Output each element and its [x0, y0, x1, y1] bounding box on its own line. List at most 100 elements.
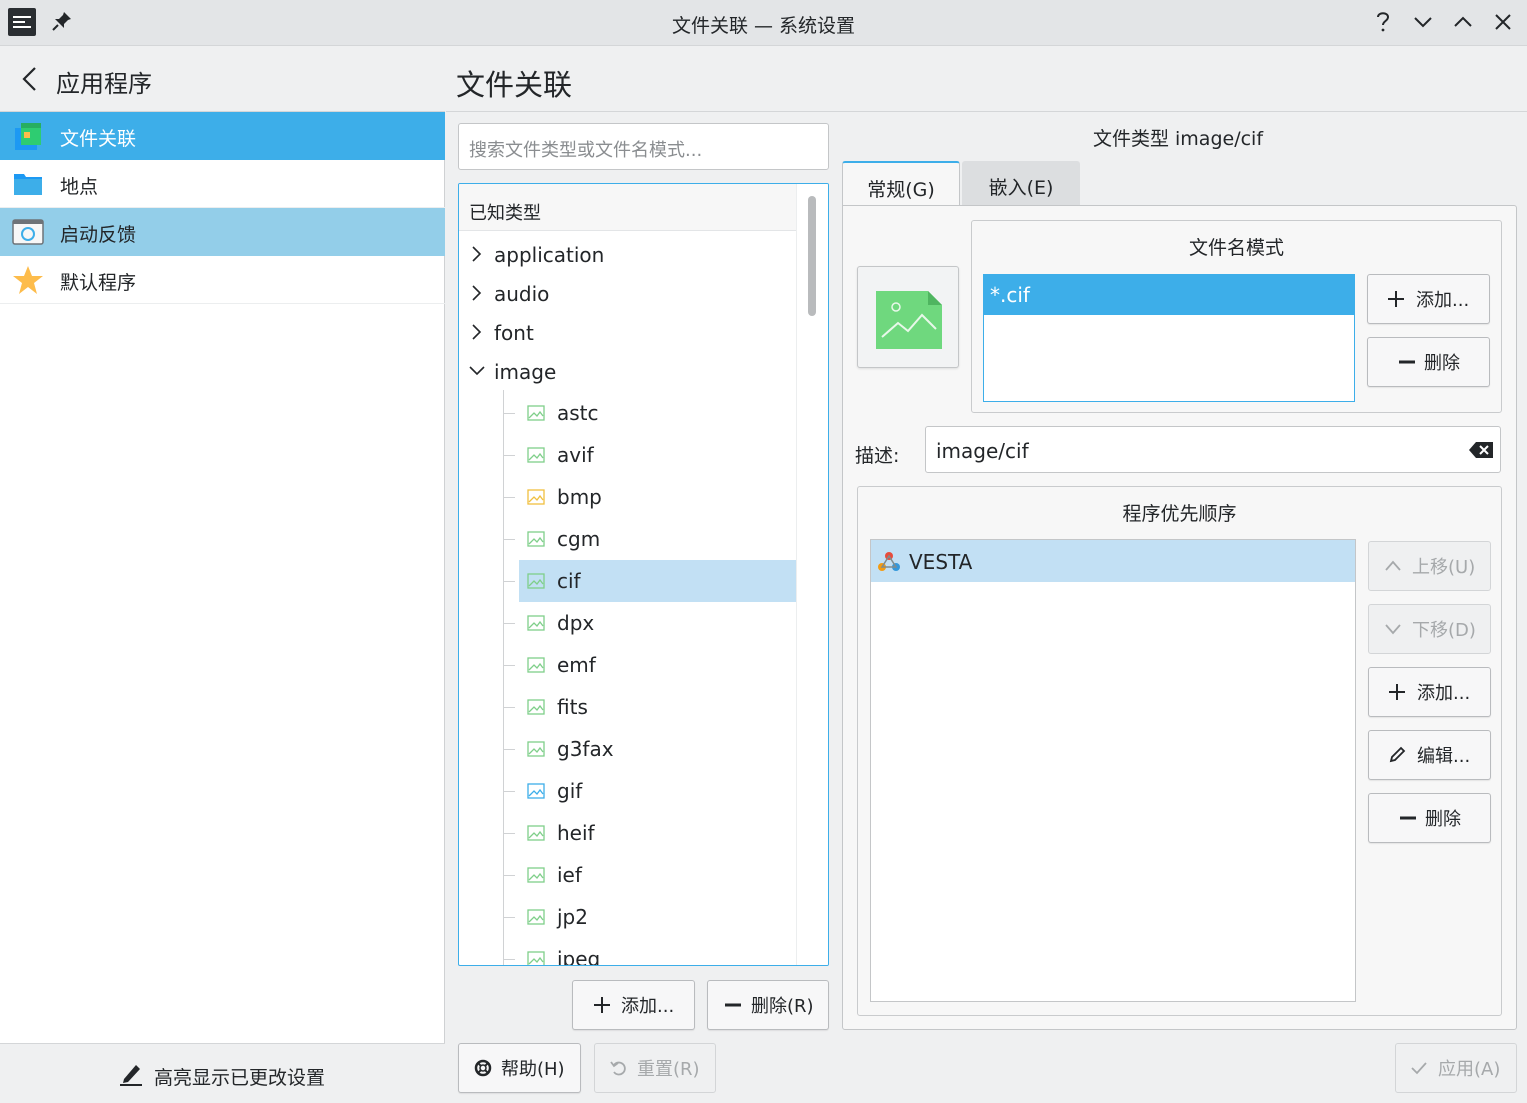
help-button[interactable]: 帮助(H) — [458, 1043, 581, 1093]
move-down-button[interactable]: 下移(D) — [1368, 604, 1491, 654]
title-bar: 文件关联 — 系统设置 — [0, 0, 1527, 46]
tree-item-label: gif — [557, 779, 583, 803]
tree-group-application[interactable]: application — [459, 235, 797, 274]
tree-item-cgm[interactable]: cgm — [503, 518, 797, 560]
tab-embedding[interactable]: 嵌入(E) — [962, 161, 1080, 206]
search-input[interactable]: 搜索文件类型或文件名模式... — [458, 123, 829, 170]
tree-item-jp2[interactable]: jp2 — [503, 896, 797, 938]
chevron-down-icon[interactable] — [469, 362, 485, 380]
known-types-tree[interactable]: 已知类型 application audio font image astc av… — [458, 183, 829, 966]
tree-item-bmp[interactable]: bmp — [503, 476, 797, 518]
filetype-title: 文件类型 image/cif — [1092, 128, 1264, 150]
sidebar-item-label: 默认程序 — [60, 272, 137, 294]
tab-general[interactable]: 常规(G) — [842, 161, 960, 206]
sidebar-item-launch-feedback[interactable]: 启动反馈 — [0, 208, 445, 256]
tree-branch-line — [503, 581, 515, 582]
help-icon[interactable] — [1370, 9, 1396, 35]
image-file-icon — [527, 615, 545, 631]
tree-item-heif[interactable]: heif — [503, 812, 797, 854]
tree-branch-line — [503, 791, 515, 792]
main-panel: 文件关联 搜索文件类型或文件名模式... 已知类型 application au… — [446, 46, 1527, 1103]
window-title: 文件关联 — 系统设置 — [671, 15, 856, 37]
tree-group-image[interactable]: image — [459, 352, 797, 391]
edit-program-button[interactable]: 编辑... — [1368, 730, 1491, 780]
add-program-label: 添加... — [1417, 683, 1471, 704]
plus-icon — [1388, 291, 1404, 307]
program-item-vesta[interactable]: VESTA — [871, 540, 1355, 582]
sidebar-item-label: 文件关联 — [60, 128, 137, 150]
chevron-right-icon[interactable] — [469, 323, 485, 341]
pattern-item[interactable]: *.cif — [984, 275, 1354, 315]
tree-item-dpx[interactable]: dpx — [503, 602, 797, 644]
tree-branch-line — [503, 875, 515, 876]
tree-scrollbar[interactable] — [796, 184, 828, 965]
back-arrow-icon[interactable] — [18, 64, 42, 94]
chevron-right-icon[interactable] — [469, 245, 485, 263]
filetype-icon-button[interactable] — [857, 266, 959, 368]
highlight-changed-settings-label: 高亮显示已更改设置 — [154, 1067, 326, 1089]
tree-item-emf[interactable]: emf — [503, 644, 797, 686]
apply-button[interactable]: 应用(A) — [1395, 1043, 1517, 1093]
tree-item-label: fits — [557, 695, 588, 719]
tree-item-jpeg[interactable]: jpeg — [503, 938, 797, 965]
remove-program-button[interactable]: 删除 — [1368, 793, 1491, 843]
tree-branch-line — [503, 539, 515, 540]
add-pattern-label: 添加... — [1416, 290, 1470, 311]
program-list[interactable]: VESTA — [870, 539, 1356, 1002]
tree-item-astc[interactable]: astc — [503, 392, 797, 434]
remove-pattern-button[interactable]: 删除 — [1367, 337, 1490, 387]
tree-item-cif[interactable]: cif — [503, 560, 797, 602]
tree-header: 已知类型 — [459, 184, 797, 231]
tree-group-font[interactable]: font — [459, 313, 797, 352]
sidebar-header: 应用程序 — [0, 46, 445, 112]
highlight-changed-settings-button[interactable]: 高亮显示已更改设置 — [0, 1043, 445, 1103]
chevron-right-icon[interactable] — [469, 284, 485, 302]
add-pattern-button[interactable]: 添加... — [1367, 274, 1490, 324]
filename-patterns-group: 文件名模式 *.cif 添加... 删除 — [971, 220, 1502, 413]
tree-branch-line — [503, 749, 515, 750]
sidebar-item-default-apps[interactable]: 默认程序 — [0, 256, 445, 304]
tree-item-fits[interactable]: fits — [503, 686, 797, 728]
plus-icon — [594, 997, 610, 1013]
move-up-button[interactable]: 上移(U) — [1368, 541, 1491, 591]
clear-text-icon[interactable] — [1468, 441, 1494, 459]
tree-group-label: application — [494, 243, 605, 267]
tree-item-g3fax[interactable]: g3fax — [503, 728, 797, 770]
tree-branch-line — [503, 497, 515, 498]
tree-branch-line — [503, 413, 515, 414]
add-program-button[interactable]: 添加... — [1368, 667, 1491, 717]
chevron-up-icon — [1385, 560, 1401, 571]
tree-item-label: heif — [557, 821, 595, 845]
close-icon[interactable] — [1490, 9, 1516, 35]
program-order-group: 程序优先顺序 VESTA 上移(U) 下移(D) 添加... 编辑... 删除 — [857, 486, 1502, 1016]
pencil-icon — [1389, 746, 1406, 763]
description-field[interactable]: image/cif — [925, 426, 1501, 473]
image-file-icon — [527, 657, 545, 673]
tree-item-ief[interactable]: ief — [503, 854, 797, 896]
tree-item-gif[interactable]: gif — [503, 770, 797, 812]
maximize-icon[interactable] — [1450, 9, 1476, 35]
image-file-icon — [527, 951, 545, 965]
move-up-label: 上移(U) — [1412, 557, 1476, 578]
file-associations-icon — [15, 123, 41, 150]
lifebuoy-icon — [474, 1059, 492, 1077]
remove-filetype-button[interactable]: 删除(R) — [707, 980, 829, 1030]
tree-branch-line — [503, 665, 515, 666]
tree-branch-line — [503, 707, 515, 708]
scrollbar-thumb[interactable] — [808, 196, 816, 316]
image-file-icon — [876, 291, 942, 349]
filename-patterns-list[interactable]: *.cif — [983, 274, 1355, 402]
minimize-icon[interactable] — [1410, 9, 1436, 35]
apply-label: 应用(A) — [1438, 1059, 1501, 1080]
tree-item-label: cif — [557, 569, 581, 593]
tree-item-avif[interactable]: avif — [503, 434, 797, 476]
image-file-icon — [527, 447, 545, 463]
reset-button[interactable]: 重置(R) — [594, 1043, 716, 1093]
image-file-icon — [527, 783, 545, 799]
add-filetype-button[interactable]: 添加... — [572, 980, 695, 1030]
sidebar-item-places[interactable]: 地点 — [0, 160, 445, 208]
tree-branch-line — [503, 833, 515, 834]
tree-group-audio[interactable]: audio — [459, 274, 797, 313]
sidebar-item-file-associations[interactable]: 文件关联 — [0, 112, 445, 160]
general-tab-panel: 文件名模式 *.cif 添加... 删除 描述: image/cif 程序优先顺… — [842, 205, 1517, 1030]
